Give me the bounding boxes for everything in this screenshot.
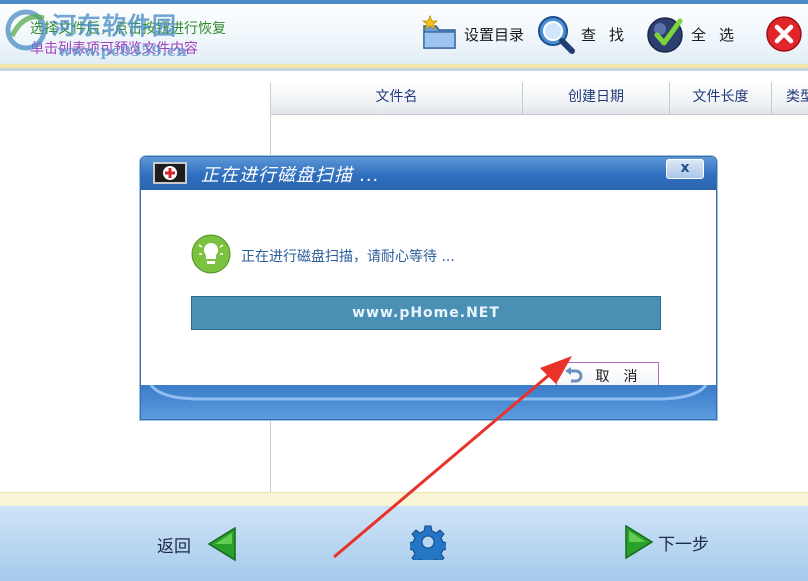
dialog-title-bar[interactable]: 正在进行磁盘扫描 ... x	[141, 157, 716, 190]
file-table-header: 文件名 创建日期 文件长度 类型	[271, 82, 808, 115]
window-top-border	[0, 0, 808, 4]
close-icon	[766, 16, 802, 52]
progress-watermark: www.pHome.NET	[352, 305, 500, 321]
select-all-label: 全选	[691, 25, 748, 44]
column-header-created[interactable]: 创建日期	[523, 82, 670, 114]
set-directory-button[interactable]: 设置目录	[420, 14, 524, 54]
dialog-body: 正在进行磁盘扫描，请耐心等待 ... www.pHome.NET 取消	[141, 190, 716, 390]
watermark-url: www.pc0359.cn	[58, 42, 188, 60]
dialog-footer	[141, 385, 716, 419]
watermark-logo-icon	[5, 9, 47, 51]
select-all-button[interactable]: 全选	[645, 14, 747, 54]
column-header-size[interactable]: 文件长度	[670, 82, 772, 114]
next-arrow-icon	[625, 524, 654, 560]
lightbulb-icon	[191, 234, 231, 274]
back-label: 返回	[157, 536, 191, 557]
column-header-filename[interactable]: 文件名	[271, 82, 523, 114]
toolbar: 选择文件后，点击按钮进行恢复 单击列表项可预览文件内容 河东软件园 www.pc…	[0, 0, 808, 71]
set-directory-label: 设置目录	[464, 25, 525, 44]
footer-bar: 返回 下一步	[0, 506, 808, 581]
watermark-text: 河东软件园	[52, 11, 177, 40]
footer-divider	[0, 492, 808, 507]
next-button[interactable]: 下一步	[622, 524, 709, 560]
undo-icon	[564, 367, 582, 383]
find-button[interactable]: 查找	[535, 14, 637, 54]
scan-progress-bar: www.pHome.NET	[191, 296, 661, 330]
back-arrow-icon	[207, 526, 236, 562]
dialog-close-button[interactable]: x	[666, 159, 704, 179]
exit-button[interactable]	[764, 14, 804, 54]
dialog-message: 正在进行磁盘扫描，请耐心等待 ...	[241, 249, 455, 265]
column-header-type[interactable]: 类型	[772, 82, 808, 114]
check-icon	[647, 17, 683, 53]
search-icon	[538, 16, 575, 54]
find-label: 查找	[581, 25, 638, 44]
toolbar-divider-gray	[0, 68, 808, 71]
back-button[interactable]: 返回	[157, 526, 239, 562]
cancel-label: 取消	[595, 369, 652, 385]
scan-dialog: 正在进行磁盘扫描 ... x 正在进行磁盘扫描，请耐心等待 ... www.pH…	[140, 156, 717, 420]
folder-settings-icon	[421, 14, 456, 49]
first-aid-icon	[153, 162, 187, 184]
gear-icon[interactable]	[410, 524, 446, 560]
dialog-title: 正在进行磁盘扫描 ...	[201, 165, 380, 186]
next-label: 下一步	[658, 534, 709, 555]
